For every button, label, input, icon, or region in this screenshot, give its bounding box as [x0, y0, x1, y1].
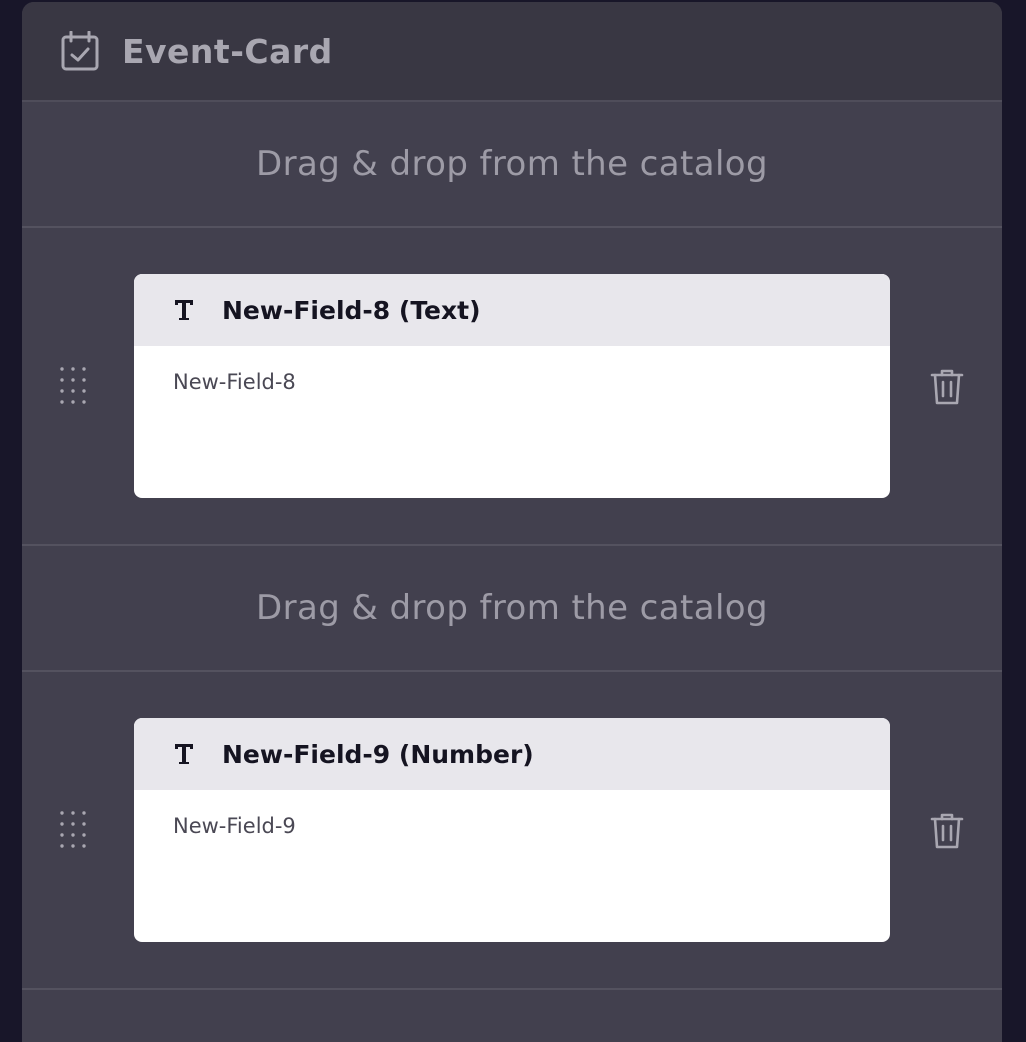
card-title: Event-Card — [122, 31, 333, 71]
event-card: Event-Card Drag & drop from the catalog — [22, 2, 1002, 1042]
card-header: Event-Card — [22, 2, 1002, 102]
text-type-icon — [172, 297, 196, 323]
drop-zone[interactable]: Drag & drop from the catalog — [22, 102, 1002, 228]
field-value: New-Field-9 — [173, 814, 296, 838]
field-header: New-Field-9 (Number) — [134, 718, 890, 790]
calendar-check-icon — [60, 31, 100, 71]
text-type-icon — [172, 741, 196, 767]
field-title: New-Field-9 (Number) — [222, 739, 534, 769]
trash-icon[interactable] — [930, 368, 966, 408]
field-row: New-Field-9 (Number) New-Field-9 — [22, 672, 1002, 990]
field-row: New-Field-8 (Text) New-Field-8 — [22, 228, 1002, 546]
drop-zone[interactable]: Drag & drop from the catalog — [22, 546, 1002, 672]
drag-handle-icon[interactable] — [58, 810, 88, 850]
field-header: New-Field-8 (Text) — [134, 274, 890, 346]
field-value: New-Field-8 — [173, 370, 296, 394]
drag-handle-icon[interactable] — [58, 366, 88, 406]
field-card[interactable]: New-Field-9 (Number) New-Field-9 — [134, 718, 890, 942]
trash-icon[interactable] — [930, 812, 966, 852]
field-title: New-Field-8 (Text) — [222, 295, 481, 325]
field-card[interactable]: New-Field-8 (Text) New-Field-8 — [134, 274, 890, 498]
